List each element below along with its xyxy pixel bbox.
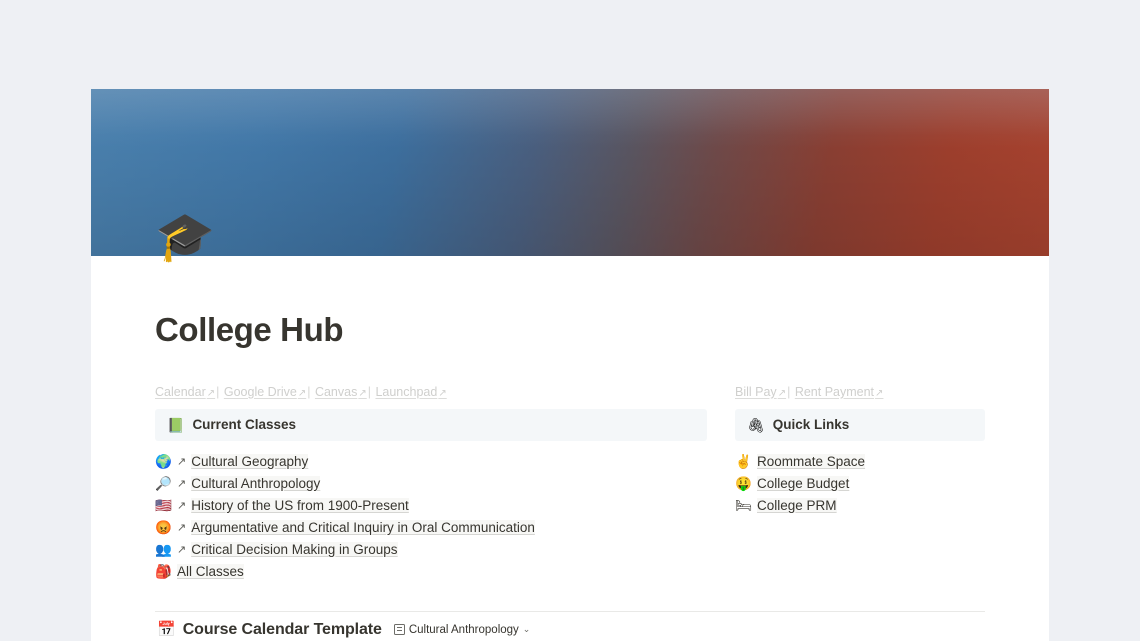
backpack-icon: 🎒 [155,563,172,579]
page-content: College Hub Calendar↗| Google Drive↗| Ca… [91,310,1049,641]
list-item[interactable]: 🌍 ↗ Cultural Geography [155,451,707,473]
quick-links-list: ✌️ Roommate Space 🤑 College Budget 🛏 Col… [735,451,985,517]
busts-icon: 👥 [155,541,172,557]
link-rent-payment[interactable]: Rent Payment↗ [795,385,884,399]
quick-links-header[interactable]: 🖇 Quick Links [735,408,985,441]
external-arrow-icon: ↗ [358,387,367,399]
list-item[interactable]: 🎒 All Classes [155,561,707,583]
external-arrow-icon: ↗ [438,387,447,399]
chevron-down-icon: ⌄ [522,624,531,635]
current-classes-label: Current Classes [192,417,296,433]
external-arrow-icon: ↗ [206,387,216,399]
left-column: Calendar↗| Google Drive↗| Canvas↗| Launc… [155,385,707,583]
list-item[interactable]: 😡 ↗ Argumentative and Critical Inquiry i… [155,517,707,539]
list-item[interactable]: 🛏 College PRM [735,495,985,517]
link-separator: | [216,384,220,399]
list-item-label: History of the US from 1900-Present [191,498,409,514]
green-book-icon: 📗 [167,416,185,433]
current-classes-list: 🌍 ↗ Cultural Geography 🔎 ↗ Cultural Anth… [155,451,707,583]
list-item[interactable]: ✌️ Roommate Space [735,451,985,473]
us-flag-icon: 🇺🇸 [155,497,172,513]
quick-links-label: Quick Links [772,417,850,433]
external-arrow-icon: ↗ [177,544,187,557]
list-item-label: Critical Decision Making in Groups [191,542,398,558]
external-arrow-icon: ↗ [177,456,187,469]
globe-icon: 🌍 [155,453,172,469]
link-separator: | [367,384,371,399]
victory-hand-icon: ✌️ [735,453,752,469]
list-item-label: Roommate Space [757,454,866,470]
external-arrow-icon: ↗ [177,522,187,535]
angry-face-icon: 😡 [155,519,172,535]
external-arrow-icon: ↗ [297,387,307,399]
database-header: 📅 Course Calendar Template Cultural Anth… [155,612,985,641]
link-separator: | [307,384,311,399]
list-item[interactable]: 👥 ↗ Critical Decision Making in Groups [155,539,707,561]
link-canvas[interactable]: Canvas↗ [315,385,367,399]
page-title[interactable]: College Hub [155,310,985,350]
link-calendar[interactable]: Calendar↗ [155,385,215,399]
database-title[interactable]: Course Calendar Template [183,621,382,639]
list-item[interactable]: 🤑 College Budget [735,473,985,495]
external-arrow-icon: ↗ [777,387,787,399]
magnifier-icon: 🔎 [155,475,172,491]
link-google-drive[interactable]: Google Drive↗ [224,385,306,399]
course-calendar-database: 📅 Course Calendar Template Cultural Anth… [155,610,985,641]
list-item-label: All Classes [177,564,244,580]
current-classes-header[interactable]: 📗 Current Classes [155,408,707,441]
two-column-layout: Calendar↗| Google Drive↗| Canvas↗| Launc… [155,385,985,583]
list-item[interactable]: 🇺🇸 ↗ History of the US from 1900-Present [155,495,707,517]
link-bill-pay[interactable]: Bill Pay↗ [735,385,786,399]
bed-icon: 🛏 [735,497,753,513]
cover-image[interactable] [91,89,1049,256]
table-view-icon [393,624,405,636]
list-item-label: Cultural Geography [191,454,309,470]
external-arrow-icon: ↗ [177,478,187,491]
left-inline-links: Calendar↗| Google Drive↗| Canvas↗| Launc… [155,385,707,400]
list-item-label: College Budget [757,476,850,492]
money-mouth-face-icon: 🤑 [735,475,752,491]
list-item-label: College PRM [757,498,837,514]
right-column: Bill Pay↗| Rent Payment↗ 🖇 Quick Links ✌… [735,385,985,583]
notion-page-card: 🎓 College Hub Calendar↗| Google Drive↗| … [91,89,1049,641]
paperclips-icon: 🖇 [747,416,765,433]
database-view-selector[interactable]: Cultural Anthropology ⌄ [393,623,531,636]
external-arrow-icon: ↗ [875,387,884,399]
link-launchpad[interactable]: Launchpad↗ [375,385,446,399]
graduation-cap-icon[interactable]: 🎓 [155,214,215,262]
list-item[interactable]: 🔎 ↗ Cultural Anthropology [155,473,707,495]
list-item-label: Argumentative and Critical Inquiry in Or… [191,520,535,536]
right-inline-links: Bill Pay↗| Rent Payment↗ [735,385,985,400]
calendar-icon: 📅 [157,621,176,639]
list-item-label: Cultural Anthropology [191,476,321,492]
external-arrow-icon: ↗ [177,500,187,513]
link-separator: | [787,384,791,399]
database-view-label: Cultural Anthropology [408,623,519,636]
